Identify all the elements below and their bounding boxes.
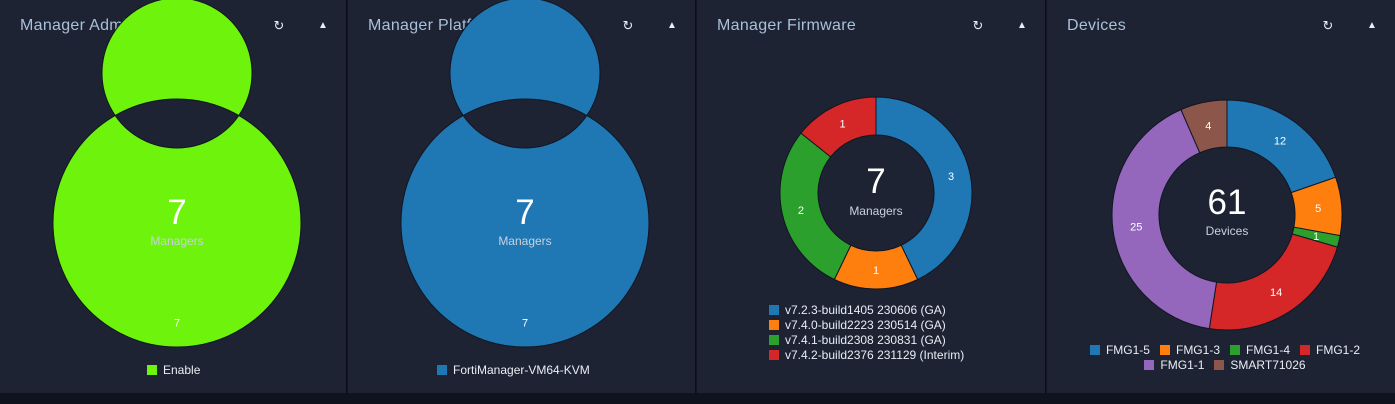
legend-item[interactable]: Enable <box>147 362 200 377</box>
legend: Enable <box>147 362 210 378</box>
legend-label: v7.4.0-build2223 230514 (GA) <box>785 317 946 332</box>
legend-label: Enable <box>163 362 201 377</box>
legend-label: FMG1-5 <box>1105 342 1150 357</box>
donut-slice-enable[interactable] <box>52 0 302 348</box>
legend-swatch <box>1300 344 1311 355</box>
slice-value-label: 4 <box>1205 120 1211 132</box>
legend-label: v7.4.2-build2376 231129 (Interim) <box>785 347 965 362</box>
legend-swatch <box>1159 344 1170 355</box>
legend-swatch <box>769 334 779 345</box>
legend-swatch <box>769 304 779 315</box>
legend-item[interactable]: SMART71026 <box>1214 358 1306 373</box>
legend-swatch <box>1144 360 1155 370</box>
legend-item[interactable]: FMG1-1 <box>1144 358 1204 373</box>
legend-item[interactable]: FMG1-4 <box>1230 342 1290 357</box>
legend-item[interactable]: FMG1-2 <box>1300 342 1360 357</box>
legend-swatch <box>437 364 447 375</box>
slice-value-label: 5 <box>1315 203 1321 215</box>
legend-swatch <box>1089 344 1100 355</box>
slice-value-label: 12 <box>1274 135 1286 147</box>
legend-label: FMG1-4 <box>1246 342 1291 357</box>
legend-item[interactable]: v7.4.1-build2308 230831 (GA) <box>769 332 964 347</box>
panel-devices: Devices ↻ ▲ 12 5 1 14 25 4 61 Devices FMG1-5 F… <box>1047 0 1395 393</box>
legend-label: FMG1-2 <box>1316 342 1361 357</box>
slice-value-label: 7 <box>174 318 180 330</box>
slice-value-label: 1 <box>873 265 879 277</box>
center-value: 61 <box>1207 183 1247 222</box>
panel-manager-admin-status: Manager Admin Status ↻ ▲ 7 7 Managers En… <box>0 0 347 393</box>
legend-label: FMG1-3 <box>1175 342 1220 357</box>
center-value: 7 <box>515 193 535 232</box>
bottom-bar <box>0 393 1395 404</box>
legend-item[interactable]: v7.4.0-build2223 230514 (GA) <box>769 317 964 332</box>
legend-item[interactable]: v7.4.2-build2376 231129 (Interim) <box>769 347 964 362</box>
slice-value-label: 14 <box>1270 287 1282 299</box>
donut-slice-fmg1-2[interactable] <box>1208 233 1339 331</box>
center-value: 7 <box>167 193 187 232</box>
center-value: 7 <box>866 162 886 201</box>
center-label: Managers <box>849 204 903 218</box>
legend-label: v7.4.1-build2308 230831 (GA) <box>785 332 946 347</box>
legend-swatch <box>769 319 779 330</box>
legend-label: FMG1-1 <box>1160 358 1205 372</box>
legend-swatch <box>1214 360 1225 370</box>
legend-label: FortiManager-VM64-KVM <box>453 362 590 377</box>
slice-value-label: 1 <box>840 119 846 131</box>
legend-item[interactable]: FMG1-3 <box>1159 342 1220 357</box>
legend: FortiManager-VM64-KVM <box>437 362 600 378</box>
legend-swatch <box>1230 344 1240 355</box>
legend-swatch <box>147 364 157 375</box>
slice-value-label: 7 <box>522 318 528 330</box>
center-label: Managers <box>150 234 204 248</box>
legend-item[interactable]: FMG1-5 <box>1089 342 1150 357</box>
panel-manager-platforms: Manager Platforms ↻ ▲ 7 7 Managers Forti… <box>348 0 696 393</box>
center-label: Managers <box>498 234 552 248</box>
legend-label: SMART71026 <box>1230 358 1306 372</box>
legend-label: v7.2.3-build1405 230606 (GA) <box>785 302 946 317</box>
legend: FMG1-5 FMG1-3 FMG1-4 FMG1-2 FMG1-1 SMART71026 <box>1075 342 1385 373</box>
slice-value-label: 25 <box>1130 222 1142 234</box>
legend-item[interactable]: FortiManager-VM64-KVM <box>437 362 590 377</box>
legend-item[interactable]: v7.2.3-build1405 230606 (GA) <box>769 302 964 317</box>
legend: v7.2.3-build1405 230606 (GA) v7.4.0-build… <box>769 302 964 362</box>
center-label: Devices <box>1205 224 1249 238</box>
legend-swatch <box>769 349 779 360</box>
donut-slice-fortimanager-vm64-kvm[interactable] <box>400 0 650 348</box>
panel-manager-firmware: Manager Firmware ↻ ▲ 3121 7 Managers v7.… <box>697 0 1046 393</box>
